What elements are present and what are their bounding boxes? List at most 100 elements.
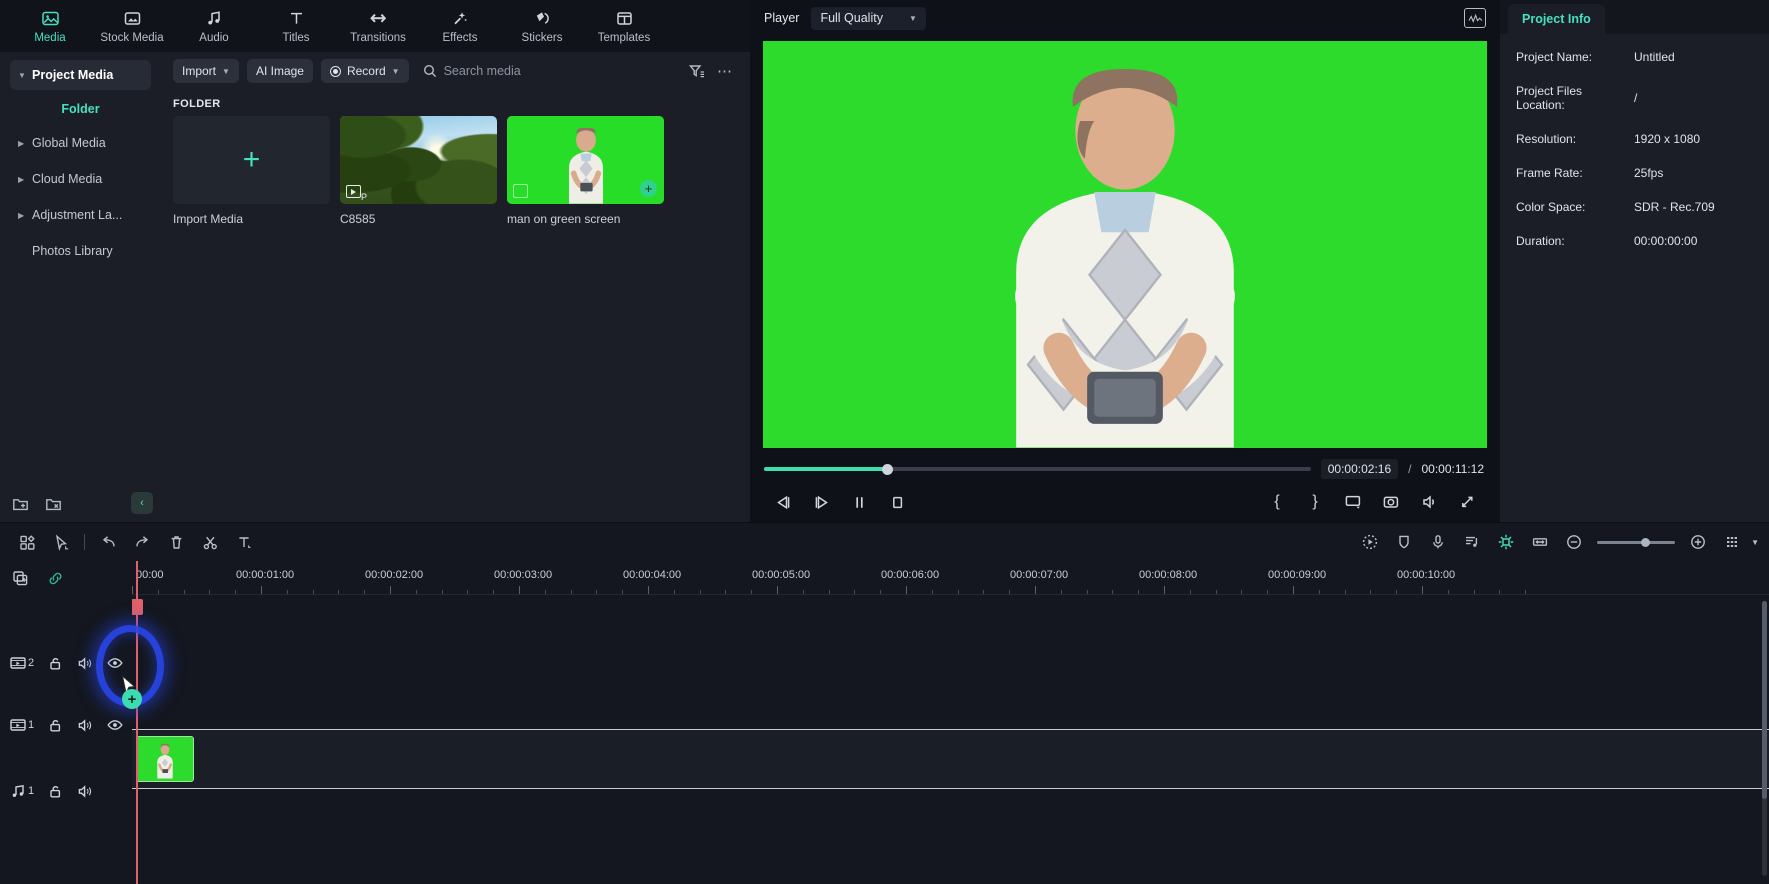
info-row-frame-rate: Frame Rate: 25fps [1516,166,1753,180]
volume-icon[interactable] [1410,487,1448,517]
fit-width-icon[interactable] [1523,528,1557,556]
current-timecode: 00:00:02:16 [1320,459,1399,479]
info-value: SDR - Rec.709 [1634,200,1715,214]
import-button[interactable]: Import ▼ [173,59,239,83]
sidebar-item-adjustment-layer[interactable]: ▶ Adjustment La... [10,200,151,230]
chevron-down-icon: ▼ [391,66,400,76]
media-item-import[interactable]: + Import Media [173,116,330,226]
lock-icon[interactable] [48,784,63,799]
timeline-vertical-scrollbar[interactable] [1762,601,1767,876]
record-button[interactable]: Record ▼ [320,59,409,83]
eye-icon[interactable] [107,719,123,731]
mark-out-button[interactable]: } [1296,487,1334,517]
sidebar-item-global-media[interactable]: ▶ Global Media [10,128,151,158]
lane-audio-1[interactable] [132,795,1769,847]
man-on-green-screen-clip[interactable] [136,736,194,782]
stop-button[interactable] [878,487,916,517]
cursor-icon[interactable] [44,528,78,556]
sidebar-footer: ‹ [0,486,161,522]
next-frame-button[interactable] [802,487,840,517]
zoom-handle[interactable] [1640,537,1650,547]
add-track-icon[interactable] [12,570,29,587]
text-icon[interactable] [227,528,261,556]
sidebar-item-cloud-media[interactable]: ▶ Cloud Media [10,164,151,194]
video-frame[interactable] [763,40,1487,448]
tab-templates[interactable]: Templates [586,1,662,51]
view-options-chevron-down-icon[interactable]: ▼ [1749,538,1759,547]
timeline-canvas[interactable]: 00:00 00:00:01:00 00:00:02:00 00:00:03:0… [132,561,1769,884]
sidebar-item-photos-library[interactable]: Photos Library [10,236,151,266]
tab-audio[interactable]: Audio [176,1,252,51]
ruler-label: 00:00:03:00 [494,569,553,581]
sidebar-item-project-media[interactable]: ▼ Project Media [10,60,151,90]
zoom-slider[interactable] [1597,537,1676,547]
tab-project-info[interactable]: Project Info [1508,4,1605,34]
collapse-sidebar-button[interactable]: ‹ [131,492,153,514]
trash-icon[interactable] [159,528,193,556]
list-view-icon[interactable] [1715,528,1749,556]
delete-folder-icon[interactable] [45,496,62,513]
filter-icon[interactable] [688,63,705,80]
zoom-in-icon[interactable] [1681,528,1715,556]
video-canvas-area [750,36,1500,456]
ai-image-button[interactable]: AI Image [246,59,313,83]
green-screen-icon[interactable] [1489,528,1523,556]
playhead[interactable] [132,561,143,884]
quality-selector[interactable]: Full Quality ▼ [811,6,926,30]
lane-video-2[interactable] [132,667,1769,727]
media-item-man-on-green-screen[interactable]: + man on green screen [507,116,664,226]
seek-slider[interactable] [764,463,1311,475]
new-folder-icon[interactable] [12,496,29,513]
tab-transitions[interactable]: Transitions [340,1,416,51]
tab-stickers[interactable]: Stickers [504,1,580,51]
mute-icon[interactable] [77,718,93,733]
shield-icon[interactable] [1387,528,1421,556]
drop-to-timeline-badge[interactable]: + [122,689,142,709]
mark-in-button[interactable]: { [1258,487,1296,517]
link-icon[interactable] [47,570,64,587]
microphone-icon[interactable] [1421,528,1455,556]
grid-icon[interactable] [10,528,44,556]
monitor-icon[interactable] [1334,487,1372,517]
tab-titles[interactable]: Titles [258,1,334,51]
pause-button[interactable] [840,487,878,517]
lock-icon[interactable] [48,718,63,733]
lock-icon[interactable] [48,656,63,671]
mute-icon[interactable] [77,784,93,799]
mute-icon[interactable] [77,656,93,671]
eye-icon[interactable] [107,657,123,669]
waveform-scope-icon[interactable] [1464,8,1486,28]
seek-handle[interactable] [881,463,893,475]
green-screen-thumbnail[interactable]: + [507,116,664,204]
undo-icon[interactable] [91,528,125,556]
auto-reframe-icon[interactable] [1353,528,1387,556]
import-media-thumbnail[interactable]: + [173,116,330,204]
audio-mixer-icon[interactable] [1455,528,1489,556]
video-track-icon: 1 [10,718,34,732]
ruler-label: 00:00:08:00 [1139,569,1198,581]
timeline-ruler[interactable]: 00:00 00:00:01:00 00:00:02:00 00:00:03:0… [132,561,1769,595]
project-info-body: Project Name: Untitled Project Files Loc… [1500,34,1769,248]
record-label: Record [346,64,386,78]
tab-effects[interactable]: Effects [422,1,498,51]
search-input[interactable] [443,64,644,78]
camera-icon[interactable] [1372,487,1410,517]
redo-icon[interactable] [125,528,159,556]
playhead-handle[interactable] [132,599,143,615]
zoom-out-icon[interactable] [1557,528,1591,556]
lane-video-1[interactable] [132,729,1769,789]
project-info-panel: Project Info Project Name: Untitled Proj… [1500,0,1769,522]
effects-icon [451,9,470,29]
scissors-icon[interactable] [193,528,227,556]
prev-frame-button[interactable] [764,487,802,517]
video-thumbnail[interactable]: P [340,116,497,204]
add-to-timeline-button[interactable]: + [640,180,657,197]
media-item-c8585[interactable]: P C8585 [340,116,497,226]
tab-media[interactable]: Media [12,1,88,51]
info-row-duration: Duration: 00:00:00:00 [1516,234,1753,248]
ruler-label: 00:00:10:00 [1397,569,1456,581]
expand-icon[interactable] [1448,487,1486,517]
import-label: Import [182,64,217,78]
tab-stock-media[interactable]: Stock Media [94,1,170,51]
more-options-icon[interactable]: ⋯ [713,62,738,80]
